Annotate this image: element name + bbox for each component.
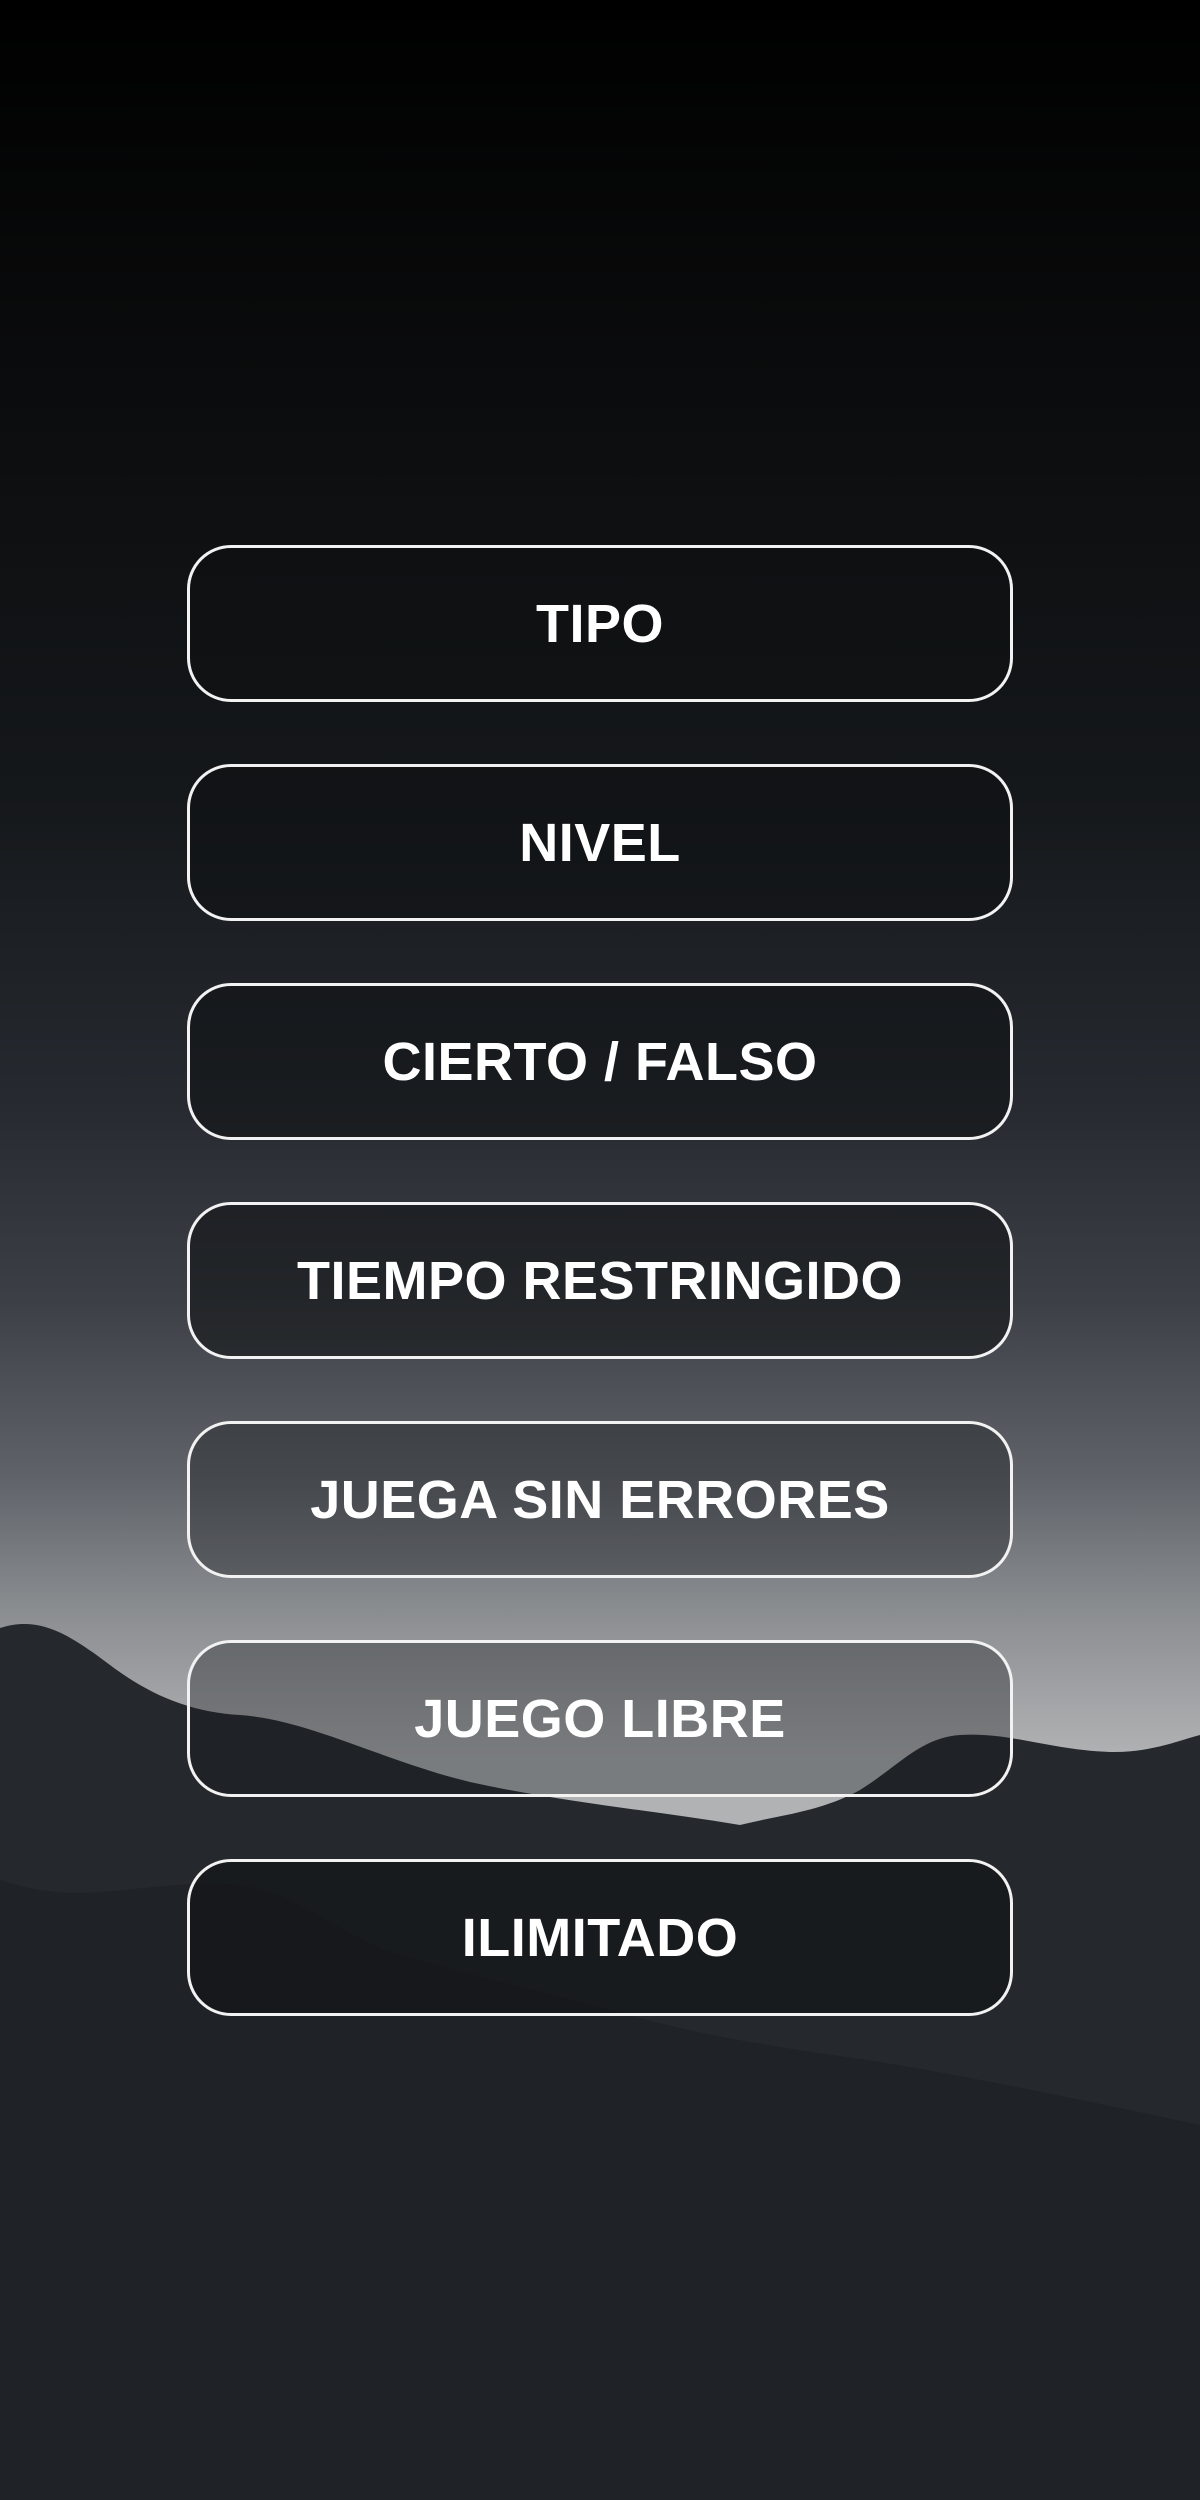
juego-libre-button-label: JUEGO LIBRE [414,1688,786,1749]
tiempo-restringido-button[interactable]: TIEMPO RESTRINGIDO [187,1202,1013,1359]
cierto-falso-button-label: CIERTO / FALSO [382,1031,818,1092]
main-menu: TIPO NIVEL CIERTO / FALSO TIEMPO RESTRIN… [187,545,1013,2016]
tipo-button[interactable]: TIPO [187,545,1013,702]
menu-screen: TIPO NIVEL CIERTO / FALSO TIEMPO RESTRIN… [0,0,1200,2500]
nivel-button-label: NIVEL [519,812,681,873]
cierto-falso-button[interactable]: CIERTO / FALSO [187,983,1013,1140]
juego-libre-button[interactable]: JUEGO LIBRE [187,1640,1013,1797]
tipo-button-label: TIPO [535,593,664,654]
ilimitado-button[interactable]: ILIMITADO [187,1859,1013,2016]
juega-sin-errores-button-label: JUEGA SIN ERRORES [310,1469,890,1530]
nivel-button[interactable]: NIVEL [187,764,1013,921]
ilimitado-button-label: ILIMITADO [461,1907,739,1968]
juega-sin-errores-button[interactable]: JUEGA SIN ERRORES [187,1421,1013,1578]
tiempo-restringido-button-label: TIEMPO RESTRINGIDO [296,1250,904,1311]
